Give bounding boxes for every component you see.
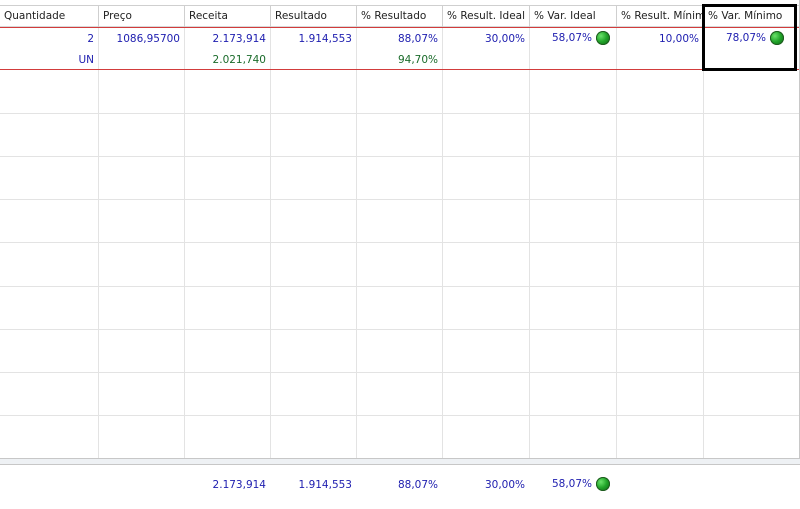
total-pct-var-ideal: 58,07%	[529, 477, 616, 491]
cell-unidade[interactable]: UN	[0, 54, 98, 66]
data-grid: Quantidade Preço Receita Resultado % Res…	[0, 0, 800, 458]
grid-hline	[0, 415, 799, 416]
total-receita: 2.173,914	[212, 479, 266, 491]
cell-resultado[interactable]: 1.914,553	[270, 33, 356, 45]
grid-hline	[0, 113, 799, 114]
total-resultado: 1.914,553	[298, 479, 352, 491]
cell-pct-var-ideal[interactable]: 58,07%	[529, 31, 616, 45]
green-status-dot-icon	[596, 477, 610, 491]
cell-pct-result-minimo[interactable]: 10,00%	[616, 33, 703, 45]
grid-hline	[0, 156, 799, 157]
total-pct-var-ideal-value: 58,07%	[551, 478, 592, 490]
cell-pct-result-ideal[interactable]: 30,00%	[442, 33, 529, 45]
column-header-pct-resultado[interactable]: % Resultado	[357, 6, 443, 27]
totals-footer: 2.173,914 1.914,553 88,07% 30,00% 58,07%	[0, 465, 800, 509]
column-header-quantidade[interactable]: Quantidade	[0, 6, 99, 27]
record-bottom-separator	[0, 69, 799, 70]
column-header-preco[interactable]: Preço	[99, 6, 185, 27]
cell-pct-resultado-secundario[interactable]: 94,70%	[356, 54, 442, 66]
grid-hline	[0, 242, 799, 243]
cell-receita-secundaria[interactable]: 2.021,740	[184, 54, 270, 66]
cell-receita[interactable]: 2.173,914	[184, 33, 270, 45]
record-top-separator	[0, 27, 799, 28]
total-pct-result-ideal: 30,00%	[484, 479, 525, 491]
cell-pct-var-minimo[interactable]: 78,07%	[703, 31, 798, 45]
column-header-pct-result-minimo[interactable]: % Result. Mínimo	[617, 6, 704, 27]
column-header-pct-var-ideal[interactable]: % Var. Ideal	[530, 6, 617, 27]
grid-hline	[0, 372, 799, 373]
cell-pct-resultado[interactable]: 88,07%	[356, 33, 442, 45]
grid-hline	[0, 199, 799, 200]
cell-quantidade[interactable]: 2	[0, 33, 98, 45]
total-pct-resultado: 88,07%	[397, 479, 438, 491]
green-status-dot-icon	[596, 31, 610, 45]
column-header-pct-result-ideal[interactable]: % Result. Ideal	[443, 6, 530, 27]
grid-hline	[0, 329, 799, 330]
cell-pct-var-ideal-value: 58,07%	[551, 32, 592, 44]
column-header-pct-var-minimo[interactable]: % Var. Mínimo	[704, 6, 799, 27]
footer-separator	[0, 458, 800, 465]
grid-header: Quantidade Preço Receita Resultado % Res…	[0, 5, 799, 27]
cell-pct-var-minimo-value: 78,07%	[725, 32, 766, 44]
cell-preco[interactable]: 1086,95700	[98, 33, 184, 45]
column-header-receita[interactable]: Receita	[185, 6, 271, 27]
grid-hline	[0, 286, 799, 287]
green-status-dot-icon	[770, 31, 784, 45]
column-header-resultado[interactable]: Resultado	[271, 6, 357, 27]
